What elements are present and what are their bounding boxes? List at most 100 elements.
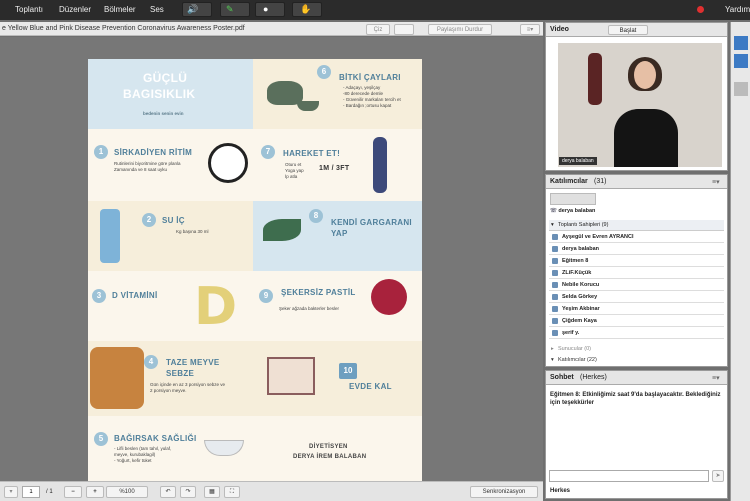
hosts-label: Toplantı Sahipleri (9): [558, 222, 609, 228]
share-pod-header: e Yellow Blue and Pink Disease Preventio…: [0, 22, 543, 36]
pointer-button[interactable]: [394, 24, 414, 35]
chat-recipient-tab[interactable]: Herkes: [550, 488, 570, 494]
attendee-row[interactable]: Selda Görkey: [549, 292, 724, 303]
attendee-name: derya balaban: [562, 246, 599, 252]
undo-button[interactable]: ↶: [160, 486, 176, 498]
water-cell: 2 SU İÇ Kg başına 30 ml: [88, 201, 253, 271]
chat-message: Eğitmen 8: Etkinliğimiz saat 9'da başlay…: [550, 392, 721, 406]
attendee-name: Çiğdem Kaya: [562, 318, 597, 324]
zoom-out-button[interactable]: −: [64, 486, 82, 498]
sync-button[interactable]: Senkronizasyon: [470, 486, 538, 498]
zoom-in-button[interactable]: +: [86, 486, 104, 498]
attendee-row[interactable]: Yeşim Akbinar: [549, 304, 724, 315]
yogurt-icon: [204, 440, 244, 456]
expand-icon: ▸: [551, 346, 554, 352]
help-menu[interactable]: Yardım: [725, 5, 750, 14]
pod-options-icon[interactable]: ≡▾: [712, 178, 720, 186]
gargle-heading-2: YAP: [331, 229, 348, 238]
person-body: [614, 109, 678, 167]
attendee-row[interactable]: Nebile Korucu: [549, 280, 724, 291]
circadian-heading: SİRKADİYEN RİTİM: [114, 148, 193, 157]
attendee-name: Eğitmen 8: [562, 258, 589, 264]
side-panel-collapsed[interactable]: [730, 22, 750, 501]
attendee-row[interactable]: ZLiF.Küçük: [549, 268, 724, 279]
distance-text: 1M / 3FT: [319, 165, 350, 172]
attendee-row[interactable]: Ayşegül ve Evren AYRANCI: [549, 232, 724, 243]
video-header: Video Başlat: [546, 23, 727, 37]
step-number: 4: [144, 355, 158, 369]
redo-button[interactable]: ↷: [180, 486, 196, 498]
raise-hand-button[interactable]: ✋: [292, 2, 322, 17]
sugarfree-cell: 9 ŞEKERSİZ PASTİL Şeker ağzada bakterler…: [253, 271, 422, 341]
webcam-button[interactable]: ●: [255, 2, 285, 17]
attendee-icon: [552, 246, 558, 252]
step-number: 5: [94, 432, 108, 446]
house-icon: [267, 357, 315, 395]
attendee-row[interactable]: Çiğdem Kaya: [549, 316, 724, 327]
water-bottle-icon: [100, 209, 120, 263]
title-cell: GÜÇLÜ BAGISIKLIK bedenin senin evin: [88, 59, 253, 129]
expand-icon: ▾: [551, 357, 554, 363]
hosts-group[interactable]: ▾ Toplantı Sahipleri (9): [549, 220, 724, 231]
chat-header: Sohbet (Herkes) ≡▾: [546, 371, 727, 385]
candy-icon: [371, 279, 407, 315]
person-face: [634, 61, 656, 89]
webcam-icon: ●: [263, 4, 269, 14]
step-number: 8: [309, 209, 323, 223]
hand-icon: ✋: [300, 4, 312, 14]
guitar-icon: [588, 53, 602, 105]
attendees-pod: Katılımcılar (31) ≡▾ ☏ derya balaban ▾ T…: [545, 174, 728, 367]
poster: GÜÇLÜ BAGISIKLIK bedenin senin evin 6 Bİ…: [88, 59, 422, 481]
prev-page-button[interactable]: ▾: [4, 486, 18, 498]
panel-icon[interactable]: [734, 54, 748, 68]
fit-width-button[interactable]: ▦: [204, 486, 220, 498]
panel-icon[interactable]: [734, 36, 748, 50]
panel-icon[interactable]: [734, 82, 748, 96]
attendee-row[interactable]: şerif y.: [549, 328, 724, 339]
attendees-header: Katılımcılar (31) ≡▾: [546, 175, 727, 189]
poster-title-1: GÜÇLÜ: [143, 71, 188, 85]
menu-layouts[interactable]: Düzenler: [59, 5, 91, 14]
dietitian-name: DERYA İREM BALABAN: [293, 454, 367, 460]
chat-pod: Sohbet (Herkes) ≡▾ Eğitmen 8: Etkinliğim…: [545, 370, 728, 499]
video-feed: derya balaban: [558, 43, 722, 167]
document-toolbar: ▾ / 1 − + %100 ↶ ↷ ▦ ⛶ Senkronizasyon: [0, 481, 543, 501]
menu-bar: Toplantı Düzenler Bölmeler Ses 🔊 ✎ ● ✋ Y…: [0, 0, 750, 20]
vegetables-icon: [90, 347, 144, 409]
chat-input[interactable]: [549, 470, 709, 482]
view-toolbar[interactable]: [550, 193, 596, 205]
presenters-label: Sunucular (0): [558, 346, 592, 352]
participants-group[interactable]: ▾ Katılımcılar (22): [549, 355, 724, 365]
water-heading: SU İÇ: [162, 216, 185, 225]
pod-options-icon[interactable]: ≡▾: [712, 374, 720, 382]
attendee-row[interactable]: Eğitmen 8: [549, 256, 724, 267]
attendee-icon: [552, 270, 558, 276]
send-icon[interactable]: ➤: [712, 470, 724, 482]
step-number: 10: [339, 363, 357, 379]
attendee-icon: [552, 258, 558, 264]
page-input[interactable]: [22, 486, 40, 498]
attendees-title: Katılımcılar: [550, 178, 588, 185]
pod-options-button[interactable]: ≡▾: [520, 24, 540, 35]
page-count: / 1: [46, 489, 53, 495]
presenters-group[interactable]: ▸ Sunucular (0): [549, 344, 724, 354]
start-video-button[interactable]: Başlat: [608, 25, 648, 35]
mic-button[interactable]: ✎: [220, 2, 250, 17]
exercise-heading: HAREKET ET!: [283, 149, 341, 158]
step-number: 3: [92, 289, 106, 303]
attendee-icon: [552, 234, 558, 240]
attendee-name: Selda Görkey: [562, 294, 598, 300]
attendee-icon: [552, 306, 558, 312]
attendee-row[interactable]: derya balaban: [549, 244, 724, 255]
dietitian-label: DİYETİSYEN: [309, 444, 348, 450]
menu-meeting[interactable]: Toplantı: [15, 5, 43, 14]
menu-audio[interactable]: Ses: [150, 5, 164, 14]
menu-pods[interactable]: Bölmeler: [104, 5, 136, 14]
stop-sharing-button[interactable]: Paylaşımı Durdur: [428, 24, 492, 35]
zoom-select[interactable]: %100: [106, 486, 148, 498]
document-stage: GÜÇLÜ BAGISIKLIK bedenin senin evin 6 Bİ…: [0, 37, 543, 481]
fullscreen-button[interactable]: ⛶: [224, 486, 240, 498]
draw-button[interactable]: Çiz: [366, 24, 390, 35]
circadian-cell: 1 SİRKADİYEN RİTİM Rutinlerini biyoritmi…: [88, 131, 253, 201]
speaker-button[interactable]: 🔊: [182, 2, 212, 17]
